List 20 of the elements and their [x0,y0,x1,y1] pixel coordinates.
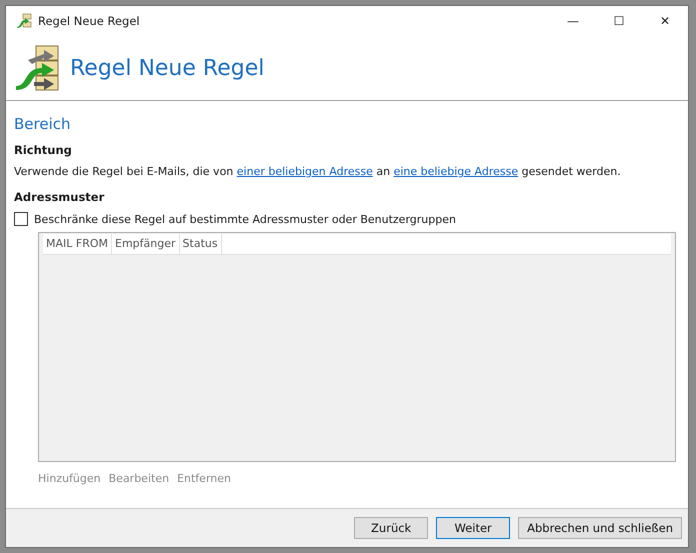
address-link[interactable]: einer beliebigen Adresse [236,165,373,178]
direction-sentence: Verwende die Regel bei E-Mails, die von einer beliebigen Adresse an eine beliebige Adresse gesendet werden. [14,165,622,178]
checkbox[interactable] [14,212,28,226]
column-header[interactable]: Empfänger [112,234,180,254]
dialog-title: Regel Neue Regel [70,56,264,80]
dialog-button[interactable]: Zurück [354,517,428,539]
close-button[interactable]: ✕ [642,6,688,36]
window-title: Regel Neue Regel [38,14,140,28]
column-header[interactable]: Status [180,234,222,254]
checkbox-label[interactable]: Beschränke diese Regel auf bestimmte Adressmuster oder Benutzergruppen [34,212,456,226]
app-icon [16,13,32,29]
section-heading: Adressmuster [14,190,106,204]
address-link[interactable]: eine beliebige Adresse [394,165,518,178]
column-header[interactable]: MAIL FROM [43,234,112,254]
minimize-button[interactable]: — [550,6,596,36]
section-heading: Richtung [14,143,73,157]
dialog-button[interactable]: Weiter [436,517,510,539]
section-title: Bereich [14,115,72,133]
dialog-button[interactable]: Abbrechen und schließen [518,517,682,539]
maximize-button[interactable]: ☐ [596,6,642,36]
